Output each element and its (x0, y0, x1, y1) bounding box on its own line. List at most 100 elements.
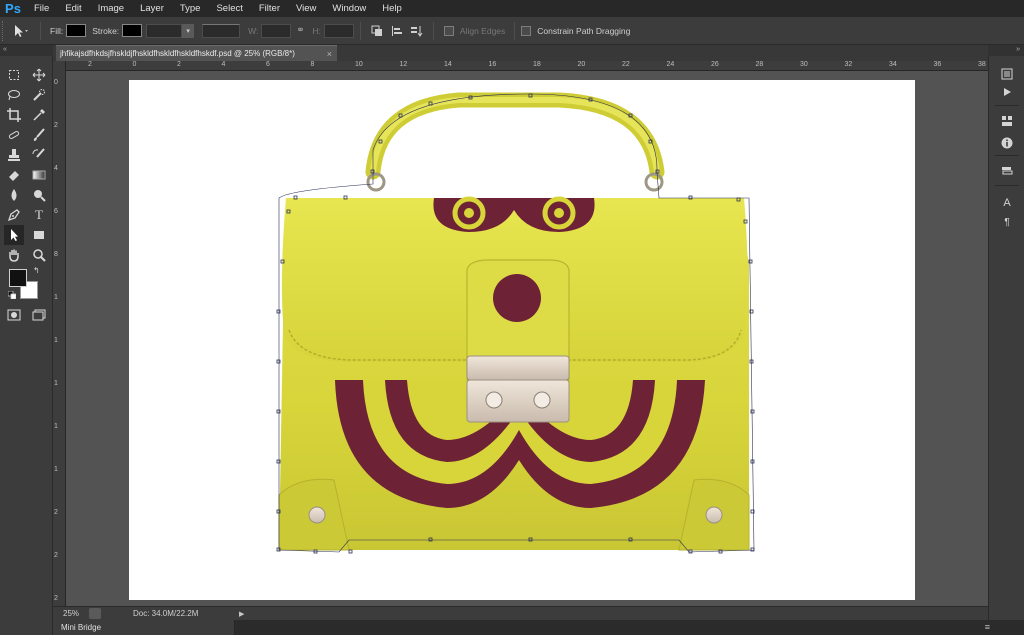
menu-view[interactable]: View (288, 0, 324, 17)
tools-panel-header[interactable]: « (0, 45, 53, 56)
marquee-tool-icon[interactable] (4, 65, 24, 85)
actions-play-icon[interactable] (997, 83, 1017, 101)
menu-bar: Ps File Edit Image Layer Type Select Fil… (0, 0, 1024, 17)
constrain-path-checkbox[interactable] (521, 25, 532, 36)
menu-image[interactable]: Image (90, 0, 132, 17)
document-tab-title: jhfikajsdfhkdsjfhskldjfhskldfhskldfhskld… (60, 49, 295, 58)
swap-colors-icon[interactable]: ↰ (33, 267, 41, 275)
path-arrangement-icon[interactable] (407, 22, 427, 40)
foreground-color-swatch[interactable] (9, 269, 27, 287)
menu-file[interactable]: File (26, 0, 57, 17)
pen-tool-icon[interactable] (4, 205, 24, 225)
path-alignment-icon[interactable] (387, 22, 407, 40)
document-canvas[interactable] (129, 80, 915, 600)
width-field[interactable] (261, 23, 292, 38)
ruler-tick-label: 2 (54, 509, 58, 516)
close-icon[interactable]: × (327, 49, 332, 59)
rectangle-tool-icon[interactable] (29, 225, 49, 245)
constrain-path-label: Constrain Path Dragging (537, 25, 631, 36)
separator (40, 21, 41, 40)
fill-swatch[interactable] (66, 24, 87, 37)
crop-tool-icon[interactable] (4, 105, 24, 125)
path-selection-icon[interactable] (8, 21, 34, 41)
link-icon[interactable]: ⚭ (291, 24, 309, 38)
info-icon[interactable] (997, 134, 1017, 152)
menu-filter[interactable]: Filter (251, 0, 288, 17)
ruler-tick-label: 16 (488, 61, 497, 68)
history-panel-icon[interactable] (997, 65, 1017, 83)
layers-panel-icon[interactable] (997, 162, 1017, 180)
canvas-area[interactable] (66, 71, 988, 606)
dodge-tool-icon[interactable] (29, 185, 49, 205)
menu-layer[interactable]: Layer (132, 0, 172, 17)
lasso-tool-icon[interactable] (4, 85, 24, 105)
chevron-down-icon[interactable]: ▾ (182, 23, 195, 38)
ruler-tick-label: 10 (355, 61, 363, 68)
path-operations-icon[interactable] (367, 22, 387, 40)
status-bar: 25% Doc: 34.0M/22.2M ▶ (53, 606, 988, 620)
menu-select[interactable]: Select (208, 0, 250, 17)
paragraph-panel-icon[interactable]: ¶ (997, 213, 1017, 231)
ruler-tick-label: 4 (54, 165, 58, 172)
default-colors-icon[interactable] (7, 290, 17, 300)
eyedropper-tool-icon[interactable] (29, 105, 49, 125)
clone-stamp-tool-icon[interactable] (4, 145, 24, 165)
document-tab[interactable]: jhfikajsdfhkdsjfhskldjfhskldfhskldfhskld… (56, 45, 337, 61)
properties-panel-icon[interactable] (997, 112, 1017, 130)
mini-bridge-panel: Mini Bridge ≡ (53, 620, 1024, 635)
zoom-tool-icon[interactable] (29, 245, 49, 265)
quick-selection-tool-icon[interactable] (29, 85, 49, 105)
vertical-ruler[interactable]: 0 2 4 6 8 1 1 1 1 1 2 2 2 (53, 61, 66, 606)
hand-tool-icon[interactable] (4, 245, 24, 265)
menu-window[interactable]: Window (324, 0, 374, 17)
gradient-tool-icon[interactable] (29, 165, 49, 185)
ruler-tick-label: 1 (54, 294, 58, 301)
ruler-tick-label: 18 (533, 61, 541, 68)
path-selection-tool-icon[interactable] (4, 225, 24, 245)
stroke-width-field[interactable] (146, 23, 183, 38)
panel-menu-icon[interactable]: ≡ (985, 620, 990, 635)
dock-separator (995, 105, 1019, 106)
ruler-tick-label: 1 (54, 380, 58, 387)
handbag-image (276, 92, 755, 554)
zoom-level[interactable]: 25% (53, 608, 89, 620)
align-edges-checkbox[interactable] (443, 25, 454, 36)
ruler-tick-label: 14 (444, 61, 452, 68)
eraser-tool-icon[interactable] (4, 165, 24, 185)
width-label: W: (248, 25, 259, 36)
ruler-tick-label: 30 (800, 61, 808, 68)
stroke-type-dropdown[interactable] (202, 23, 241, 38)
mini-bridge-tab[interactable]: Mini Bridge (53, 620, 235, 635)
quick-mask-icon[interactable] (4, 305, 24, 325)
character-panel-icon[interactable]: A (997, 194, 1017, 212)
ruler-tick-label: 4 (221, 61, 226, 68)
document-size-info[interactable]: Doc: 34.0M/22.2M (109, 609, 239, 618)
screen-mode-icon[interactable] (29, 305, 49, 325)
dock-separator (995, 185, 1019, 186)
blur-tool-icon[interactable] (4, 185, 24, 205)
status-menu-arrow-icon[interactable]: ▶ (239, 610, 244, 618)
stroke-swatch[interactable] (122, 24, 143, 37)
type-tool-icon[interactable]: T (29, 205, 49, 225)
ruler-tick-label: 2 (54, 595, 58, 602)
collapse-icon[interactable]: « (3, 45, 7, 55)
move-tool-icon[interactable] (29, 65, 49, 85)
healing-brush-tool-icon[interactable] (4, 125, 24, 145)
horizontal-ruler[interactable]: 2 0 2 4 6 8 10 12 14 16 18 20 22 24 26 28 30 32 34 36 38 (66, 61, 988, 71)
menu-edit[interactable]: Edit (57, 0, 89, 17)
right-panel-dock: A ¶ (988, 45, 1024, 620)
history-brush-tool-icon[interactable] (29, 145, 49, 165)
status-info-icon[interactable] (89, 608, 101, 619)
ruler-tick-label: 22 (622, 61, 630, 68)
right-dock-header[interactable]: » (988, 45, 1024, 56)
ruler-tick-label: 1 (54, 337, 58, 344)
menu-help[interactable]: Help (374, 0, 410, 17)
separator (359, 21, 361, 40)
ruler-tick-label: 32 (844, 61, 853, 68)
height-label: H: (312, 25, 321, 36)
expand-icon[interactable]: » (1016, 45, 1020, 55)
ruler-tick-label: 26 (711, 61, 719, 68)
menu-type[interactable]: Type (172, 0, 209, 17)
brush-tool-icon[interactable] (29, 125, 49, 145)
height-field[interactable] (323, 23, 354, 38)
